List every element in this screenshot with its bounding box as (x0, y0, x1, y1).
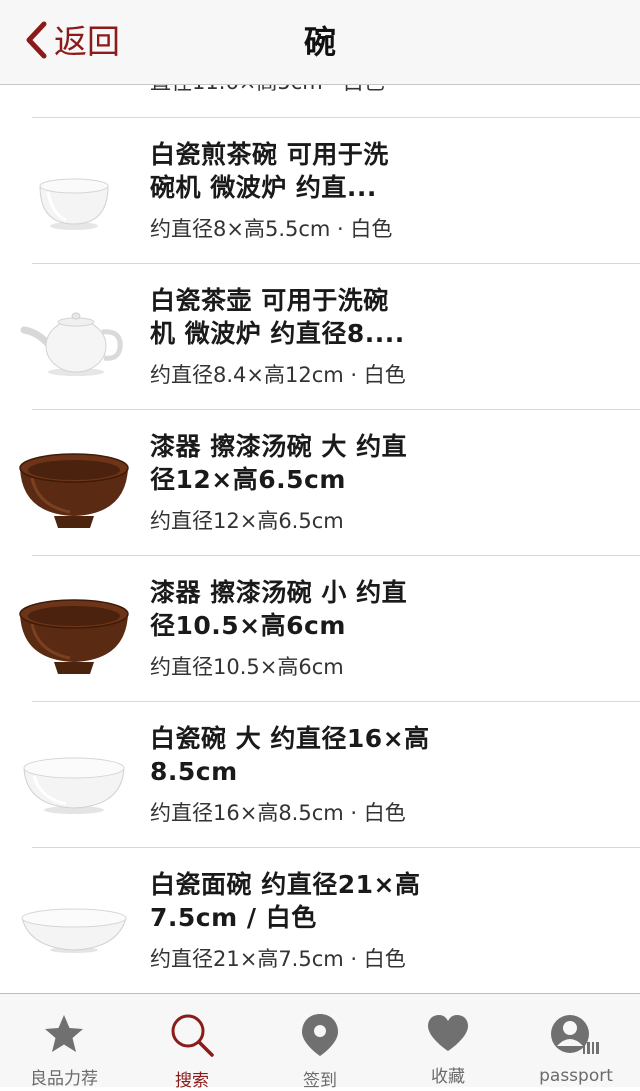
product-title: 漆器 擦漆汤碗 大 约直 径12×高6.5cm (150, 432, 408, 494)
product-thumbnail-teapot (18, 286, 130, 386)
product-spec: 约直径8×高5.5cm · 白色 (150, 217, 393, 241)
tab-bar: 良品力荐 搜索 签到 收藏 passport (0, 993, 640, 1091)
tab-favorites[interactable]: 收藏 (384, 994, 512, 1087)
product-spec: 约直径12×高6.5cm (150, 509, 344, 533)
heart-icon (426, 1012, 470, 1054)
tab-passport[interactable]: passport (512, 994, 640, 1087)
tab-recommended[interactable]: 良品力荐 (0, 994, 128, 1089)
passport-user-icon (549, 1012, 603, 1058)
tab-label: 签到 (303, 1071, 337, 1091)
tab-label: 良品力荐 (30, 1069, 98, 1089)
product-spec: 约直径8.4×高12cm · 白色 (150, 363, 406, 387)
product-spec: 约直径21×高7.5cm · 白色 (150, 947, 406, 971)
list-item[interactable]: 白瓷茶壶 可用于洗碗 机 微波炉 约直径8.... 约直径8.4×高12cm ·… (0, 264, 640, 410)
product-thumbnail-teacup (18, 140, 130, 240)
product-title: 白瓷面碗 约直径21×高 7.5cm / 白色 (150, 870, 421, 932)
list-item[interactable]: 漆器 擦漆汤碗 小 约直 径10.5×高6cm 约直径10.5×高6cm (0, 556, 640, 702)
page-title: 碗 (303, 23, 336, 61)
search-icon (169, 1012, 215, 1058)
product-thumbnail-noodle-bowl (18, 870, 130, 970)
product-spec: 约直径16×高8.5cm · 白色 (150, 801, 406, 825)
product-title: 白瓷煎茶碗 可用于洗 碗机 微波炉 约直... (150, 140, 389, 202)
tab-search[interactable]: 搜索 (128, 994, 256, 1091)
product-title: 白瓷碗 大 约直径16×高 8.5cm (150, 724, 430, 786)
product-spec: 直径11.6×高5cm · 白色 (150, 85, 385, 97)
list-item[interactable]: 白瓷煎茶碗 可用于洗 碗机 微波炉 约直... 约直径8×高5.5cm · 白色 (0, 118, 640, 264)
list-item[interactable]: 白瓷碗 大 约直径16×高 8.5cm 约直径16×高8.5cm · 白色 (0, 702, 640, 848)
location-pin-icon (300, 1012, 340, 1058)
tab-label: 搜索 (175, 1071, 209, 1091)
star-icon (42, 1012, 86, 1056)
product-thumbnail-lacquer-bowl (18, 432, 130, 532)
tab-label: passport (539, 1066, 613, 1086)
tab-label: 收藏 (431, 1067, 465, 1087)
navigation-bar: 返回 碗 (0, 0, 640, 85)
list-item-partial[interactable]: 直径11.6×高5cm · 白色 (0, 85, 640, 118)
list-item[interactable]: 白瓷面碗 约直径21×高 7.5cm / 白色 约直径21×高7.5cm · 白… (0, 848, 640, 993)
product-spec: 约直径10.5×高6cm (150, 655, 344, 679)
product-thumbnail-lacquer-bowl (18, 578, 130, 678)
product-list[interactable]: 直径11.6×高5cm · 白色 白瓷煎茶碗 可用于洗 碗机 微波炉 约直...… (0, 85, 640, 993)
product-title: 漆器 擦漆汤碗 小 约直 径10.5×高6cm (150, 578, 408, 640)
list-item[interactable]: 漆器 擦漆汤碗 大 约直 径12×高6.5cm 约直径12×高6.5cm (0, 410, 640, 556)
product-title: 白瓷茶壶 可用于洗碗 机 微波炉 约直径8.... (150, 286, 405, 348)
tab-checkin[interactable]: 签到 (256, 994, 384, 1091)
product-thumbnail-white-bowl (18, 724, 130, 824)
